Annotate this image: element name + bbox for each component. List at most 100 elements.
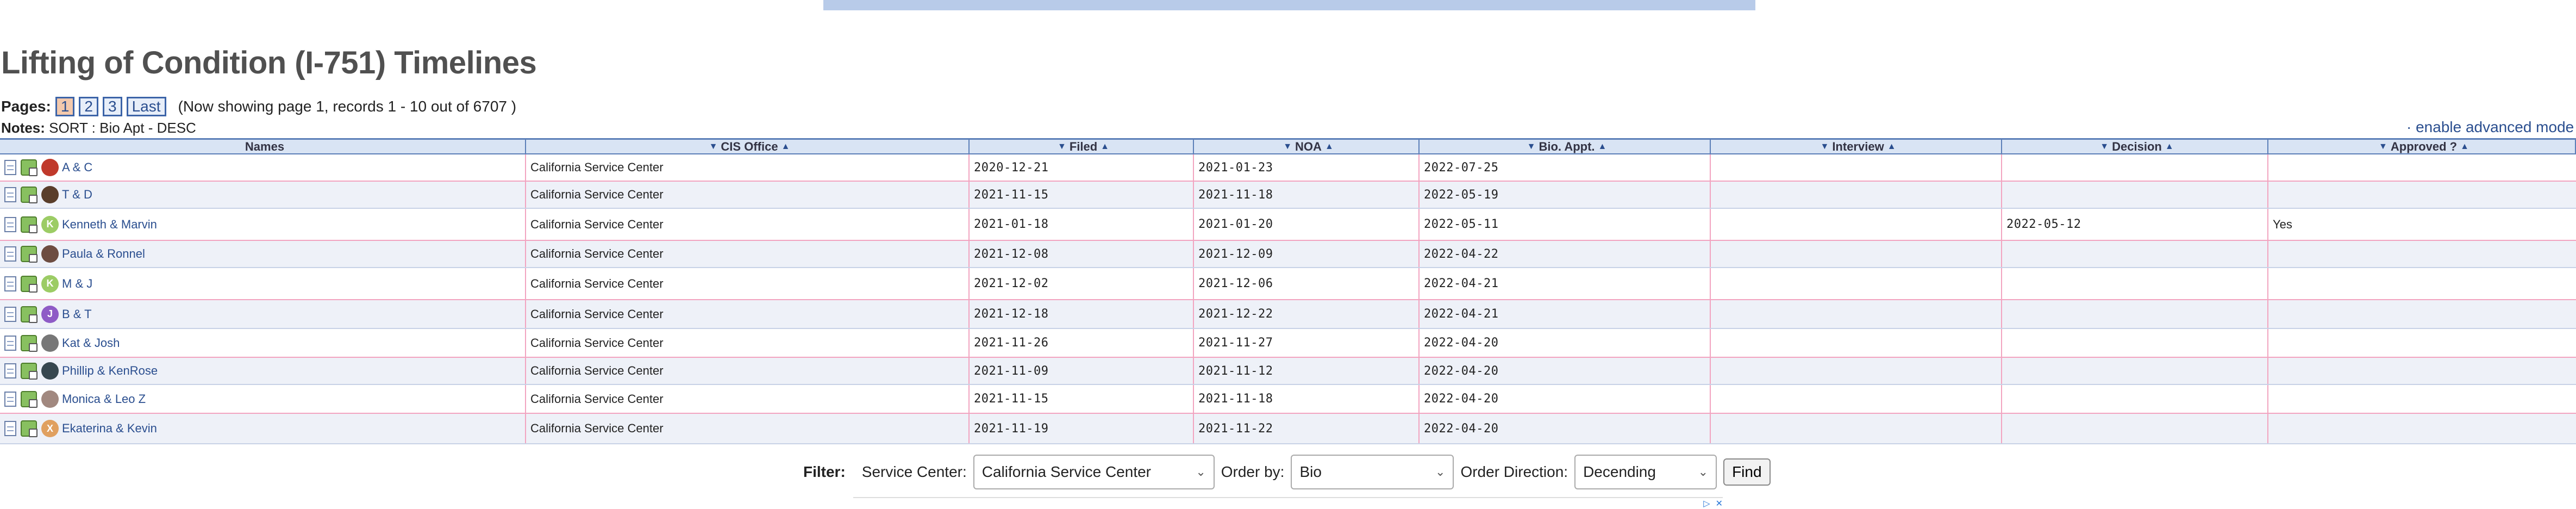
applicant-name-link[interactable]: Ekaterina & Kevin [62, 421, 157, 436]
sort-asc-icon[interactable]: ▲ [781, 142, 790, 152]
column-header-cis-office[interactable]: ▼ CIS Office ▲ [526, 140, 970, 153]
sort-desc-icon[interactable]: ▼ [2100, 142, 2109, 152]
table-row: T & D California Service Center 2021-11-15… [0, 182, 2576, 209]
notes-text: SORT : Bio Apt - DESC [49, 120, 196, 136]
filed-cell-text: 2021-01-18 [974, 218, 1049, 231]
interview-cell [1711, 241, 2002, 267]
column-header-approved[interactable]: ▼ Approved ? ▲ [2268, 140, 2576, 153]
sort-asc-icon[interactable]: ▲ [1598, 142, 1607, 152]
sort-asc-icon[interactable]: ▲ [1887, 142, 1896, 152]
column-header-noa[interactable]: ▼ NOA ▲ [1194, 140, 1420, 153]
noa-cell: 2021-11-12 [1194, 358, 1420, 384]
cis-office-cell: California Service Center [526, 414, 970, 443]
case-tracker-icon[interactable] [21, 420, 37, 437]
applicant-name-link[interactable]: Kat & Josh [62, 336, 120, 350]
applicant-name-link[interactable]: Paula & Ronnel [62, 247, 145, 261]
case-tracker-icon[interactable] [21, 187, 37, 203]
case-tracker-icon[interactable] [21, 216, 37, 233]
table-row: Phillip & KenRose California Service Cent… [0, 358, 2576, 385]
page-2-button[interactable]: 2 [79, 97, 98, 116]
service-center-select[interactable]: California Service Center ⌄ [973, 455, 1215, 489]
filed-cell-text: 2021-11-09 [974, 364, 1049, 378]
filed-cell: 2021-11-09 [970, 358, 1194, 384]
filed-cell-text: 2021-12-08 [974, 247, 1049, 261]
sort-desc-icon[interactable]: ▼ [1820, 142, 1829, 152]
case-tracker-icon[interactable] [21, 159, 37, 176]
applicant-name-link[interactable]: Phillip & KenRose [62, 364, 158, 378]
sort-desc-icon[interactable]: ▼ [2379, 142, 2387, 152]
timeline-table: Names ▼ CIS Office ▲ ▼ Filed ▲ ▼ NOA ▲ ▼ Bio. A… [0, 138, 2576, 444]
bio-appt-cell: 2022-04-21 [1420, 268, 1711, 299]
sort-asc-icon[interactable]: ▲ [1101, 142, 1109, 152]
page-1-button[interactable]: 1 [55, 97, 75, 116]
bio-appt-cell: 2022-07-25 [1420, 154, 1711, 181]
enable-advanced-mode-link[interactable]: · enable advanced mode [2406, 119, 2574, 136]
applicant-name-link[interactable]: M & J [62, 277, 92, 291]
sort-asc-icon[interactable]: ▲ [2165, 142, 2174, 152]
table-header: Names ▼ CIS Office ▲ ▼ Filed ▲ ▼ NOA ▲ ▼ Bio. A… [0, 138, 2576, 154]
case-tracker-icon[interactable] [21, 306, 37, 323]
document-icon[interactable] [4, 276, 16, 291]
document-icon[interactable] [4, 306, 16, 322]
bio-appt-cell: 2022-04-20 [1420, 385, 1711, 413]
document-icon[interactable] [4, 421, 16, 436]
bio-appt-cell: 2022-04-20 [1420, 329, 1711, 357]
case-tracker-icon[interactable] [21, 390, 37, 408]
case-tracker-icon[interactable] [21, 334, 37, 352]
find-button[interactable]: Find [1723, 458, 1771, 486]
chevron-down-icon: ⌄ [1435, 465, 1446, 479]
column-header-filed[interactable]: ▼ Filed ▲ [970, 140, 1194, 153]
case-tracker-icon[interactable] [21, 275, 37, 293]
ad-close-icon[interactable]: ✕ [1716, 498, 1723, 508]
sort-desc-icon[interactable]: ▼ [1283, 142, 1292, 152]
cis-office-cell: California Service Center [526, 300, 970, 328]
filed-cell-text: 2021-11-15 [974, 392, 1049, 406]
sort-desc-icon[interactable]: ▼ [1527, 142, 1536, 152]
page-3-button[interactable]: 3 [102, 97, 122, 116]
pages-label: Pages: [1, 98, 51, 115]
bio-appt-cell-text: 2022-05-19 [1424, 188, 1499, 202]
document-icon[interactable] [4, 335, 16, 351]
applicant-name-link[interactable]: T & D [62, 188, 92, 202]
case-tracker-icon[interactable] [21, 363, 37, 380]
names-cell: Kat & Josh [0, 329, 526, 357]
sort-asc-icon[interactable]: ▲ [1325, 142, 1334, 152]
pagination: Pages: 1 2 3 Last (Now showing page 1, r… [1, 96, 516, 117]
cis-office-cell: California Service Center [526, 358, 970, 384]
ad-info-icon[interactable]: ▷ [1703, 498, 1710, 508]
approved-cell [2268, 241, 2576, 267]
document-icon[interactable] [4, 216, 16, 232]
notes-label: Notes: [1, 120, 45, 136]
column-header-interview[interactable]: ▼ Interview ▲ [1711, 140, 2002, 153]
document-icon[interactable] [4, 246, 16, 262]
document-icon[interactable] [4, 363, 16, 378]
interview-cell [1711, 182, 2002, 208]
applicant-name-link[interactable]: B & T [62, 307, 92, 321]
case-tracker-icon[interactable] [21, 246, 37, 263]
column-header-decision[interactable]: ▼ Decision ▲ [2002, 140, 2268, 153]
column-header-bio-appt[interactable]: ▼ Bio. Appt. ▲ [1420, 140, 1711, 153]
cis-office-cell: California Service Center [526, 385, 970, 413]
names-cell: JB & T [0, 300, 526, 328]
document-icon[interactable] [4, 187, 16, 202]
cis-office-cell: California Service Center [526, 182, 970, 208]
sort-asc-icon[interactable]: ▲ [2460, 142, 2469, 152]
document-icon[interactable] [4, 160, 16, 175]
applicant-name-link[interactable]: A & C [62, 160, 92, 175]
applicant-name-link[interactable]: Kenneth & Marvin [62, 218, 157, 232]
avatar: J [41, 305, 59, 323]
column-header-names[interactable]: Names [0, 140, 526, 153]
bio-appt-cell-text: 2022-05-11 [1424, 218, 1499, 231]
sort-desc-icon[interactable]: ▼ [1058, 142, 1066, 152]
noa-cell: 2021-11-18 [1194, 182, 1420, 208]
decision-cell [2002, 182, 2268, 208]
last-page-button[interactable]: Last [126, 97, 166, 116]
cis-office-cell-text: California Service Center [530, 364, 664, 377]
order-direction-select[interactable]: Decending ⌄ [1574, 455, 1717, 489]
document-icon[interactable] [4, 391, 16, 407]
bio-appt-cell: 2022-04-21 [1420, 300, 1711, 328]
applicant-name-link[interactable]: Monica & Leo Z [62, 392, 146, 406]
order-by-select[interactable]: Bio ⌄ [1291, 455, 1454, 489]
table-row: KM & J California Service Center 2021-12-0… [0, 268, 2576, 300]
sort-desc-icon[interactable]: ▼ [709, 142, 718, 152]
